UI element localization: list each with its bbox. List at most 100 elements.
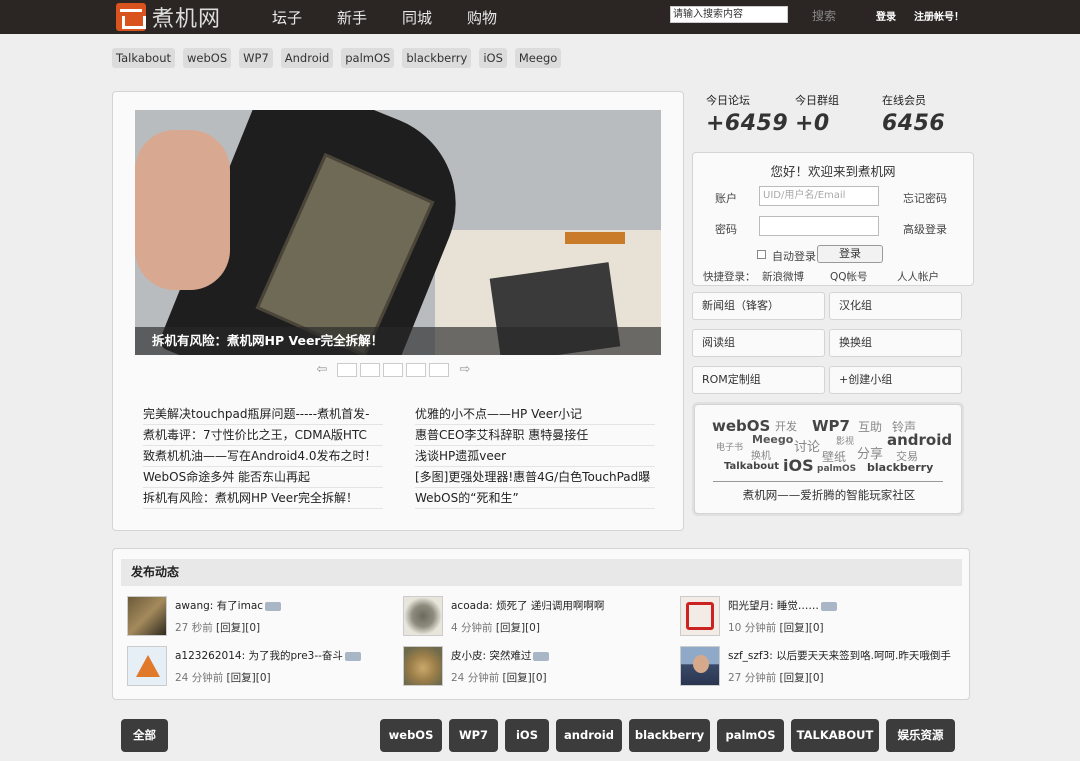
reply-link[interactable]: [回复][0] — [780, 622, 824, 634]
cloud-tag[interactable]: 壁纸 — [822, 448, 846, 465]
filter-talkabout-button[interactable]: TALKABOUT — [791, 719, 879, 752]
activity-item: 皮小皮: 突然难过 24 分钟前 [回复][0] — [403, 646, 673, 690]
login-box: 您好！欢迎来到煮机网 账户 UID/用户名/Email 忘记密码 密码 高级登录… — [692, 152, 974, 286]
cloud-tag[interactable]: Meego — [752, 433, 793, 446]
cloud-tag[interactable]: blackberry — [867, 461, 933, 474]
avatar[interactable] — [403, 646, 443, 686]
forgot-password-link[interactable]: 忘记密码 — [903, 190, 947, 206]
filter-palmos-button[interactable]: palmOS — [717, 719, 784, 752]
nav-item-gouwu[interactable]: 购物 — [467, 7, 497, 28]
site-logo[interactable]: 煮机网 — [116, 2, 221, 32]
group-localize[interactable]: 汉化组 — [829, 292, 962, 320]
avatar[interactable] — [127, 596, 167, 636]
filter-blackberry-button[interactable]: blackberry — [629, 719, 710, 752]
reply-link[interactable]: [回复][0] — [780, 672, 824, 684]
filter-webos-button[interactable]: webOS — [380, 719, 442, 752]
search-button[interactable]: 搜索 — [812, 7, 836, 24]
group-news[interactable]: 新闻组（锋客） — [692, 292, 825, 320]
reply-link[interactable]: [回复][0] — [227, 672, 271, 684]
group-swap[interactable]: 换换组 — [829, 329, 962, 357]
cloud-tag[interactable]: 分享 — [857, 443, 883, 462]
cloud-tag[interactable]: iOS — [783, 456, 814, 475]
activity-time: 24 分钟前 — [451, 672, 500, 684]
activity-user[interactable]: szf_szf3 — [728, 650, 769, 662]
news-item[interactable]: 浅谈HP遗孤veer — [415, 446, 655, 467]
slide-dot[interactable] — [337, 363, 357, 377]
news-item[interactable]: 完美解决touchpad瓶屏问题-----煮机首发- — [143, 404, 383, 425]
reply-link[interactable]: [回复][0] — [496, 622, 540, 634]
news-item[interactable]: 拆机有风险：煮机网HP Veer完全拆解！ — [143, 488, 383, 509]
tag-ios[interactable]: iOS — [479, 48, 507, 68]
quick-login-weibo[interactable]: 新浪微博 — [762, 269, 804, 284]
prev-arrow-icon[interactable]: ⇦ — [313, 363, 331, 376]
cloud-tag[interactable]: 讨论 — [794, 436, 820, 455]
password-field[interactable] — [759, 216, 879, 236]
reply-link[interactable]: [回复][0] — [216, 622, 260, 634]
slide-dot[interactable] — [383, 363, 403, 377]
avatar[interactable] — [127, 646, 167, 686]
activity-user[interactable]: 皮小皮 — [451, 650, 483, 662]
account-field[interactable]: UID/用户名/Email — [759, 186, 879, 206]
advanced-login-link[interactable]: 高级登录 — [903, 221, 947, 237]
tag-wp7[interactable]: WP7 — [239, 48, 273, 68]
avatar[interactable] — [680, 596, 720, 636]
create-group-button[interactable]: +创建小组 — [829, 366, 962, 394]
news-item[interactable]: WebOS命途多舛 能否东山再起 — [143, 467, 383, 488]
news-item[interactable]: 惠普CEO李艾科辞职 惠特曼接任 — [415, 425, 655, 446]
next-arrow-icon[interactable]: ⇨ — [456, 363, 474, 376]
login-submit-button[interactable]: 登录 — [817, 245, 883, 263]
activity-user[interactable]: acoada — [451, 600, 489, 612]
activity-user[interactable]: awang — [175, 600, 210, 612]
tag-webos[interactable]: webOS — [183, 48, 232, 68]
activity-user[interactable]: 阳光望月 — [728, 600, 770, 612]
news-item[interactable]: 煮机毒评：7寸性价比之王，CDMA版HTC — [143, 425, 383, 446]
auto-login-checkbox[interactable] — [757, 250, 766, 259]
news-item[interactable]: [多图]更强处理器!惠普4G/白色TouchPad曝 — [415, 467, 655, 488]
filter-android-button[interactable]: android — [556, 719, 622, 752]
nav-item-tongcheng[interactable]: 同城 — [402, 7, 432, 28]
filter-entertainment-button[interactable]: 娱乐资源 — [886, 719, 955, 752]
group-reading[interactable]: 阅读组 — [692, 329, 825, 357]
nav-item-xinshou[interactable]: 新手 — [337, 7, 367, 28]
tag-blackberry[interactable]: blackberry — [402, 48, 472, 68]
tag-meego[interactable]: Meego — [514, 48, 562, 68]
cloud-tag[interactable]: android — [887, 431, 952, 449]
login-link[interactable]: 登录 — [876, 8, 896, 23]
slide-dot[interactable] — [360, 363, 380, 377]
avatar[interactable] — [680, 646, 720, 686]
cloud-tag[interactable]: 互助 — [858, 418, 882, 435]
reply-link[interactable]: [回复][0] — [503, 672, 547, 684]
quick-login-renren[interactable]: 人人帐户 — [897, 269, 939, 284]
group-rom[interactable]: ROM定制组 — [692, 366, 825, 394]
quick-login-qq[interactable]: QQ帐号 — [830, 269, 868, 284]
tag-talkabout[interactable]: Talkabout — [112, 48, 176, 68]
cloud-tag[interactable]: Talkabout — [724, 461, 779, 472]
slide-dot[interactable] — [429, 363, 449, 377]
mobile-badge-icon — [265, 601, 282, 611]
news-item[interactable]: 优雅的小不点——HP Veer小记 — [415, 404, 655, 425]
tag-palmos[interactable]: palmOS — [341, 48, 395, 68]
cloud-tag[interactable]: 影视 — [836, 434, 854, 447]
avatar[interactable] — [403, 596, 443, 636]
tag-android[interactable]: Android — [280, 48, 334, 68]
search-input[interactable]: 请输入搜索内容 — [670, 6, 788, 23]
slide-dot[interactable] — [406, 363, 426, 377]
news-item[interactable]: WebOS的“死和生” — [415, 488, 655, 509]
activity-message: 突然难过 — [489, 650, 532, 662]
filter-ios-button[interactable]: iOS — [505, 719, 549, 752]
cloud-tag[interactable]: palmOS — [817, 464, 856, 474]
filter-wp7-button[interactable]: WP7 — [449, 719, 498, 752]
activity-user[interactable]: a123262014 — [175, 650, 242, 662]
cloud-tag[interactable]: WP7 — [812, 417, 850, 435]
register-link[interactable]: 注册帐号！ — [914, 8, 964, 23]
featured-slide-image[interactable]: 拆机有风险：煮机网HP Veer完全拆解！ — [135, 110, 661, 355]
cloud-tag[interactable]: 电子书 — [716, 440, 743, 453]
slide-caption[interactable]: 拆机有风险：煮机网HP Veer完全拆解！ — [135, 327, 661, 355]
news-item[interactable]: 致煮机机油——写在Android4.0发布之时！ — [143, 446, 383, 467]
cloud-tag[interactable]: 开发 — [775, 418, 797, 434]
nav-item-tanzi[interactable]: 坛子 — [272, 7, 302, 28]
filter-all-button[interactable]: 全部 — [121, 719, 168, 752]
cloud-tag[interactable]: 换机 — [751, 447, 771, 462]
mobile-badge-icon — [344, 651, 361, 661]
stat-forum: 今日论坛 +6459 — [706, 92, 788, 136]
